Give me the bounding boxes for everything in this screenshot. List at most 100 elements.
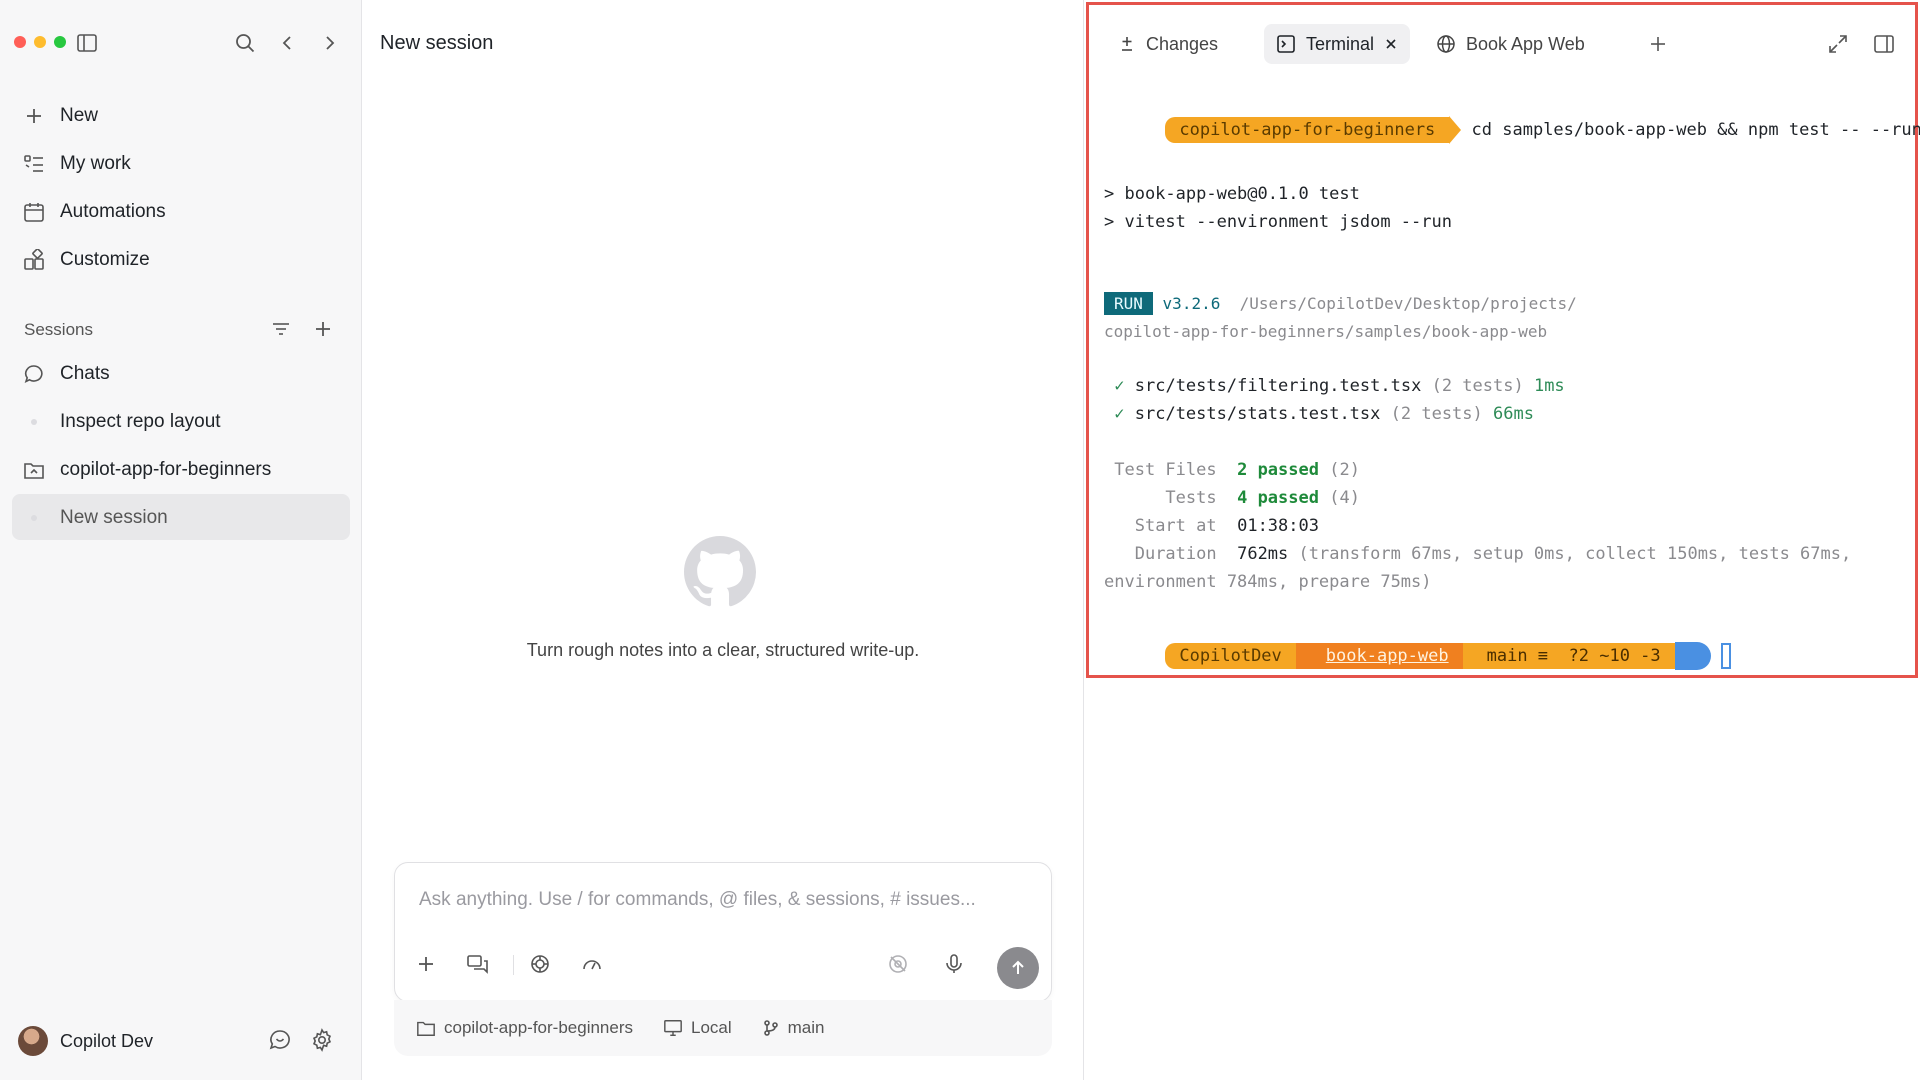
test-file-row-1: ✓ src/tests/filtering.test.tsx (2 tests)… (1104, 376, 1564, 396)
session-inspect-repo-layout[interactable]: Inspect repo layout (22, 404, 221, 440)
ps-status: ?2 ~10 -3 (1568, 646, 1661, 666)
tab-changes-label: Changes (1146, 33, 1219, 54)
user-profile[interactable]: Copilot Dev (18, 1026, 153, 1056)
chat-composer[interactable]: Ask anything. Use / for commands, @ file… (394, 862, 1052, 1002)
filter-icon[interactable] (268, 316, 294, 342)
tab-changes[interactable]: Changes (1106, 24, 1230, 64)
nav-new[interactable]: New (22, 98, 98, 134)
sidebar: New My work Automations Customize Sessio… (0, 0, 362, 1080)
back-chevron-icon[interactable] (275, 30, 301, 56)
nav-new-label: New (60, 105, 99, 126)
add-session-icon[interactable] (310, 316, 336, 342)
tests-value: 4 passed (1237, 488, 1319, 508)
run-path-2: copilot-app-for-beginners/samples/book-a… (1104, 322, 1548, 341)
hide-eye-icon[interactable] (883, 949, 913, 979)
ps-branch: main ≡ (1486, 646, 1549, 666)
test2-time: 66ms (1493, 404, 1534, 424)
tests-label: Tests (1165, 488, 1217, 508)
empty-state-tagline: Turn rough notes into a clear, structure… (526, 640, 920, 660)
terminal-command-line: copilot-app-for-beginners cd samples/boo… (1104, 96, 1920, 164)
session-inspect-label: Inspect repo layout (60, 411, 221, 432)
send-button[interactable] (997, 947, 1039, 989)
files-value: 2 passed (1237, 460, 1319, 480)
feedback-icon[interactable] (266, 1026, 294, 1054)
nav-customize-label: Customize (60, 249, 150, 270)
close-window-button[interactable] (14, 36, 26, 48)
check-icon: ✓ (1114, 404, 1125, 424)
plus-icon (22, 104, 46, 128)
right-pane: Changes Terminal Book App Web copilot-ap… (1084, 0, 1920, 1080)
window-controls (14, 36, 66, 48)
github-logo-icon (684, 536, 756, 608)
run-path-1: /Users/CopilotDev/Desktop/projects/ (1239, 294, 1577, 313)
ps-dir-segment: book-app-web (1295, 643, 1463, 669)
sessions-heading: Sessions (24, 320, 93, 339)
microphone-icon[interactable] (939, 949, 969, 979)
nav-my-work[interactable]: My work (22, 146, 131, 182)
plus-minus-icon (1122, 37, 1132, 51)
tab-book-app-web[interactable]: Book App Web (1424, 24, 1597, 64)
context-bar: copilot-app-for-beginners Local main (394, 1000, 1052, 1056)
zoom-window-button[interactable] (54, 36, 66, 48)
summary-files-row: Test Files 2 passed (2) (1104, 460, 1360, 480)
prompt-arrow (1449, 116, 1462, 144)
session-new-session[interactable]: New session (22, 500, 168, 536)
widgets-icon (22, 248, 46, 272)
context-repo-label: copilot-app-for-beginners (444, 1018, 633, 1037)
npm-script-line-2: > vitest --environment jsdom --run (1104, 212, 1452, 232)
prompt-dir-segment: copilot-app-for-beginners (1165, 117, 1450, 143)
tests-total: (4) (1329, 488, 1360, 508)
test2-count: (2 tests) (1390, 404, 1483, 424)
chat-mode-icon[interactable] (463, 949, 493, 979)
summary-duration-row: Duration 762ms (transform 67ms, setup 0m… (1104, 544, 1852, 564)
files-total: (2) (1329, 460, 1360, 480)
ps-user-segment: CopilotDev (1165, 643, 1296, 669)
tab-terminal[interactable]: Terminal (1264, 24, 1411, 64)
start-label: Start at (1134, 516, 1217, 536)
test1-file: src/tests/filtering.test.tsx (1134, 376, 1422, 396)
chat-bubble-icon (22, 362, 46, 386)
folder-icon (22, 458, 46, 482)
run-version: v3.2.6 (1162, 294, 1221, 313)
user-name: Copilot Dev (60, 1030, 154, 1051)
duration-detail: (transform 67ms, setup 0ms, collect 150m… (1298, 544, 1852, 564)
nav-customize[interactable]: Customize (22, 242, 150, 278)
terminal-cursor (1720, 643, 1731, 669)
duration-detail-2: environment 784ms, prepare 75ms) (1104, 572, 1432, 592)
folder-icon (417, 1021, 435, 1036)
nav-automations[interactable]: Automations (22, 194, 166, 230)
search-icon[interactable] (232, 30, 258, 56)
minimize-window-button[interactable] (34, 36, 46, 48)
attach-plus-icon[interactable] (411, 949, 441, 979)
new-tab-plus-icon[interactable] (1644, 30, 1672, 58)
close-tab-icon[interactable] (1384, 37, 1398, 51)
toggle-sidebar-icon[interactable] (74, 30, 100, 56)
context-location[interactable]: Local (663, 1018, 732, 1038)
session-repo-label: copilot-app-for-beginners (60, 459, 272, 480)
model-openai-icon[interactable] (525, 949, 555, 979)
duration-label: Duration (1134, 544, 1217, 564)
composer-input[interactable]: Ask anything. Use / for commands, @ file… (419, 889, 976, 911)
context-repo[interactable]: copilot-app-for-beginners (416, 1018, 633, 1038)
speed-gauge-icon[interactable] (577, 949, 607, 979)
nav-my-work-label: My work (60, 153, 131, 174)
duration-value: 762ms (1237, 544, 1289, 564)
session-chats[interactable]: Chats (22, 356, 110, 392)
session-dot (22, 506, 46, 530)
files-label: Test Files (1114, 460, 1217, 480)
npm-script-line-1: > book-app-web@0.1.0 test (1104, 184, 1360, 204)
test1-count: (2 tests) (1431, 376, 1524, 396)
forward-chevron-icon[interactable] (316, 30, 342, 56)
globe-icon (1437, 35, 1455, 53)
prompt-line: CopilotDev book-app-web main ≡ ?2 ~10 -3 (1104, 622, 1731, 690)
chat-pane: New session Turn rough notes into a clea… (362, 0, 1084, 1080)
monitor-icon (664, 1020, 682, 1036)
tab-terminal-label: Terminal (1306, 33, 1375, 54)
expand-icon[interactable] (1824, 30, 1852, 58)
gear-icon[interactable] (308, 1026, 336, 1054)
toggle-panel-icon[interactable] (1870, 30, 1898, 58)
test2-file: src/tests/stats.test.tsx (1134, 404, 1381, 424)
context-branch[interactable]: main (762, 1018, 825, 1038)
session-repo-folder[interactable]: copilot-app-for-beginners (22, 452, 271, 488)
test-file-row-2: ✓ src/tests/stats.test.tsx (2 tests) 66m… (1104, 404, 1534, 424)
